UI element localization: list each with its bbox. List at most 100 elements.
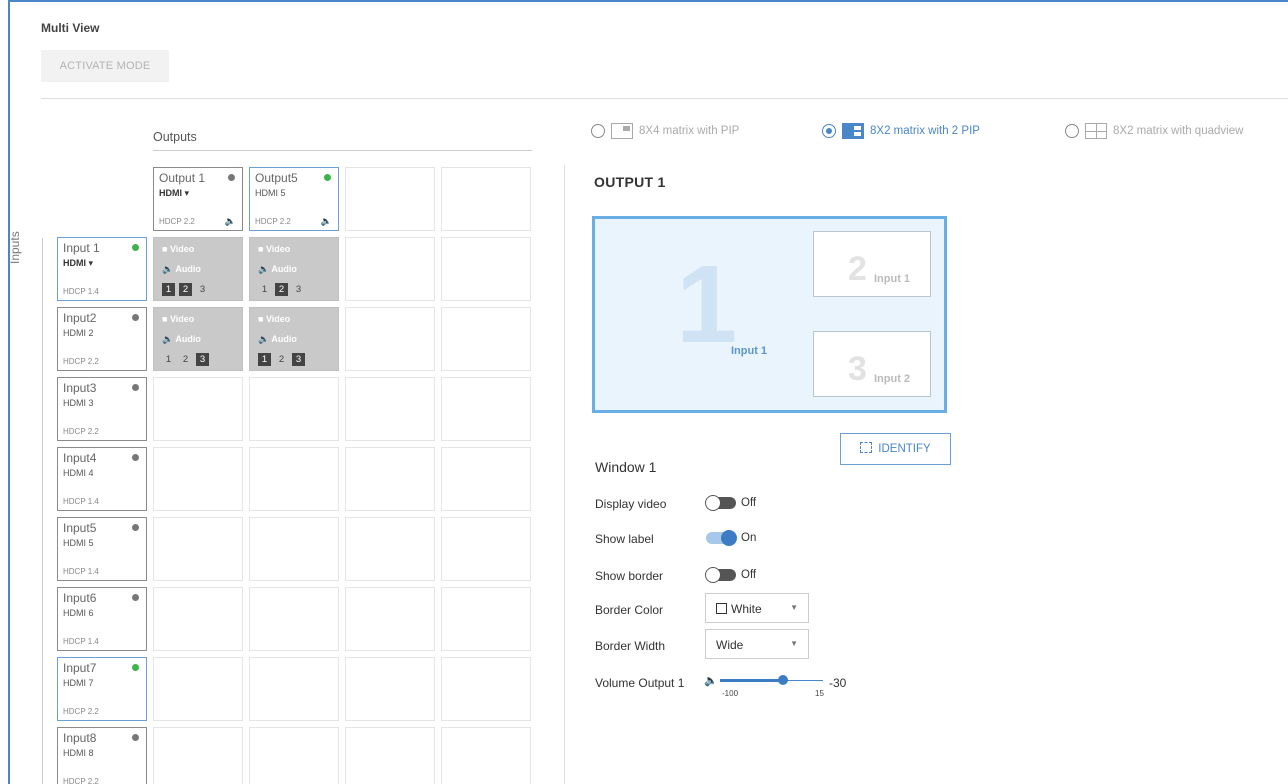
- input-hdcp: HDCP 1.4: [63, 567, 99, 576]
- crosspoint-active[interactable]: ■ Video 🔈 Audio 1 2 3: [153, 237, 243, 301]
- window-selector[interactable]: 123: [162, 283, 209, 296]
- crosspoint-empty[interactable]: [249, 657, 339, 721]
- crosspoint-empty[interactable]: [249, 727, 339, 784]
- crosspoint-empty[interactable]: [345, 587, 435, 651]
- window-3-button[interactable]: 3: [196, 283, 209, 296]
- pip-window-3-label: Input 2: [874, 373, 911, 385]
- window-selector[interactable]: 123: [162, 353, 209, 366]
- output-header[interactable]: Output5 HDMI 5 HDCP 2.2 🔈: [249, 167, 339, 231]
- layout-radio-2[interactable]: [822, 124, 836, 138]
- window-2-button[interactable]: 2: [179, 353, 192, 366]
- window-selector[interactable]: 123: [258, 353, 305, 366]
- toggle-knob: [705, 567, 721, 583]
- crosspoint-empty[interactable]: [153, 727, 243, 784]
- border-width-value: Wide: [716, 638, 744, 652]
- input-header[interactable]: Input7 HDMI 7 HDCP 2.2: [57, 657, 147, 721]
- crosspoint-active[interactable]: ■ Video 🔈 Audio 1 2 3: [249, 237, 339, 301]
- speaker-icon: 🔈: [162, 264, 176, 274]
- pip-window-3[interactable]: 3 Input 2: [813, 331, 931, 397]
- crosspoint-video[interactable]: ■ Video: [258, 244, 290, 254]
- crosspoint-empty[interactable]: [153, 517, 243, 581]
- layout-option-2[interactable]: 8X2 matrix with 2 PIP: [822, 123, 980, 139]
- input-header[interactable]: Input8 HDMI 8 HDCP 2.2: [57, 727, 147, 784]
- two-pip-layout-icon: [842, 123, 864, 139]
- window-2-button[interactable]: 2: [275, 353, 288, 366]
- window-3-button[interactable]: 3: [292, 353, 305, 366]
- speaker-icon[interactable]: 🔈: [225, 216, 236, 227]
- crosspoint-video[interactable]: ■ Video: [162, 244, 194, 254]
- crosspoint-active[interactable]: ■ Video 🔈 Audio 1 2 3: [249, 307, 339, 371]
- window-1-button[interactable]: 1: [258, 283, 271, 296]
- input-header[interactable]: Input6 HDMI 6 HDCP 1.4: [57, 587, 147, 651]
- window-selector[interactable]: 123: [258, 283, 305, 296]
- window-3-button[interactable]: 3: [292, 283, 305, 296]
- crosspoint-empty[interactable]: [441, 307, 531, 371]
- show-border-toggle[interactable]: [705, 567, 736, 583]
- crosspoint-empty[interactable]: [153, 587, 243, 651]
- crosspoint-audio[interactable]: 🔈 Audio: [162, 334, 201, 345]
- window-1-button[interactable]: 1: [162, 353, 175, 366]
- crosspoint-empty[interactable]: [153, 657, 243, 721]
- crosspoint-empty[interactable]: [345, 447, 435, 511]
- border-color-value: White: [731, 602, 762, 616]
- crosspoint-empty[interactable]: [345, 727, 435, 784]
- pip-window-2[interactable]: 2 Input 1: [813, 231, 931, 297]
- display-video-state: Off: [741, 497, 757, 509]
- border-width-select[interactable]: Wide ▼: [705, 629, 809, 659]
- inputs-divider: [42, 238, 43, 784]
- crosspoint-empty[interactable]: [345, 307, 435, 371]
- input-source[interactable]: HDMI ▾: [63, 258, 93, 269]
- identify-button[interactable]: IDENTIFY: [840, 433, 951, 465]
- crosspoint-active[interactable]: ■ Video 🔈 Audio 1 2 3: [153, 307, 243, 371]
- volume-label: Volume Output 1: [595, 676, 685, 690]
- crosspoint-empty[interactable]: [153, 377, 243, 441]
- speaker-icon: 🔈: [162, 334, 176, 344]
- input-header[interactable]: Input2 HDMI 2 HDCP 2.2: [57, 307, 147, 371]
- show-label-toggle[interactable]: [706, 530, 737, 546]
- layout-option-1[interactable]: 8X4 matrix with PIP: [591, 123, 739, 139]
- crosspoint-empty[interactable]: [249, 587, 339, 651]
- crosspoint-empty[interactable]: [345, 657, 435, 721]
- crosspoint-empty[interactable]: [441, 237, 531, 301]
- crosspoint-audio[interactable]: 🔈 Audio: [162, 264, 201, 275]
- border-color-select[interactable]: White ▼: [705, 593, 809, 623]
- crosspoint-empty[interactable]: [441, 447, 531, 511]
- crosspoint-audio[interactable]: 🔈 Audio: [258, 334, 297, 345]
- crosspoint-empty[interactable]: [249, 517, 339, 581]
- window-1-button[interactable]: 1: [162, 283, 175, 296]
- output-header[interactable]: Output 1 HDMI ▾ HDCP 2.2 🔈: [153, 167, 243, 231]
- crosspoint-empty[interactable]: [441, 587, 531, 651]
- output-source[interactable]: HDMI ▾: [159, 188, 189, 199]
- crosspoint-audio[interactable]: 🔈 Audio: [258, 264, 297, 275]
- pip-window-2-label: Input 1: [874, 273, 911, 285]
- crosspoint-video[interactable]: ■ Video: [162, 314, 194, 324]
- crosspoint-empty[interactable]: [441, 377, 531, 441]
- layout-option-3[interactable]: 8X2 matrix with quadview: [1065, 123, 1243, 139]
- window-2-button[interactable]: 2: [275, 283, 288, 296]
- crosspoint-empty[interactable]: [345, 377, 435, 441]
- input-header[interactable]: Input 1 HDMI ▾ HDCP 1.4: [57, 237, 147, 301]
- crosspoint-empty[interactable]: [345, 237, 435, 301]
- input-header[interactable]: Input3 HDMI 3 HDCP 2.2: [57, 377, 147, 441]
- speaker-icon[interactable]: 🔈: [321, 216, 332, 227]
- layout-radio-1[interactable]: [591, 124, 605, 138]
- crosspoint-empty[interactable]: [345, 517, 435, 581]
- display-video-toggle[interactable]: [705, 495, 736, 511]
- window-2-button[interactable]: 2: [179, 283, 192, 296]
- volume-slider-handle[interactable]: [778, 675, 788, 685]
- crosspoint-empty[interactable]: [153, 447, 243, 511]
- layout-radio-3[interactable]: [1065, 124, 1079, 138]
- activate-mode-button[interactable]: ACTIVATE MODE: [41, 50, 169, 82]
- crosspoint-empty[interactable]: [441, 657, 531, 721]
- input-header[interactable]: Input4 HDMI 4 HDCP 1.4: [57, 447, 147, 511]
- speaker-icon[interactable]: 🔈: [704, 674, 718, 687]
- crosspoint-empty[interactable]: [249, 377, 339, 441]
- window-1-button[interactable]: 1: [258, 353, 271, 366]
- crosspoint-empty[interactable]: [249, 447, 339, 511]
- window-3-button[interactable]: 3: [196, 353, 209, 366]
- crosspoint-empty[interactable]: [441, 727, 531, 784]
- crosspoint-video[interactable]: ■ Video: [258, 314, 290, 324]
- input-header[interactable]: Input5 HDMI 5 HDCP 1.4: [57, 517, 147, 581]
- crosspoint-empty[interactable]: [441, 517, 531, 581]
- status-dot: [132, 384, 139, 391]
